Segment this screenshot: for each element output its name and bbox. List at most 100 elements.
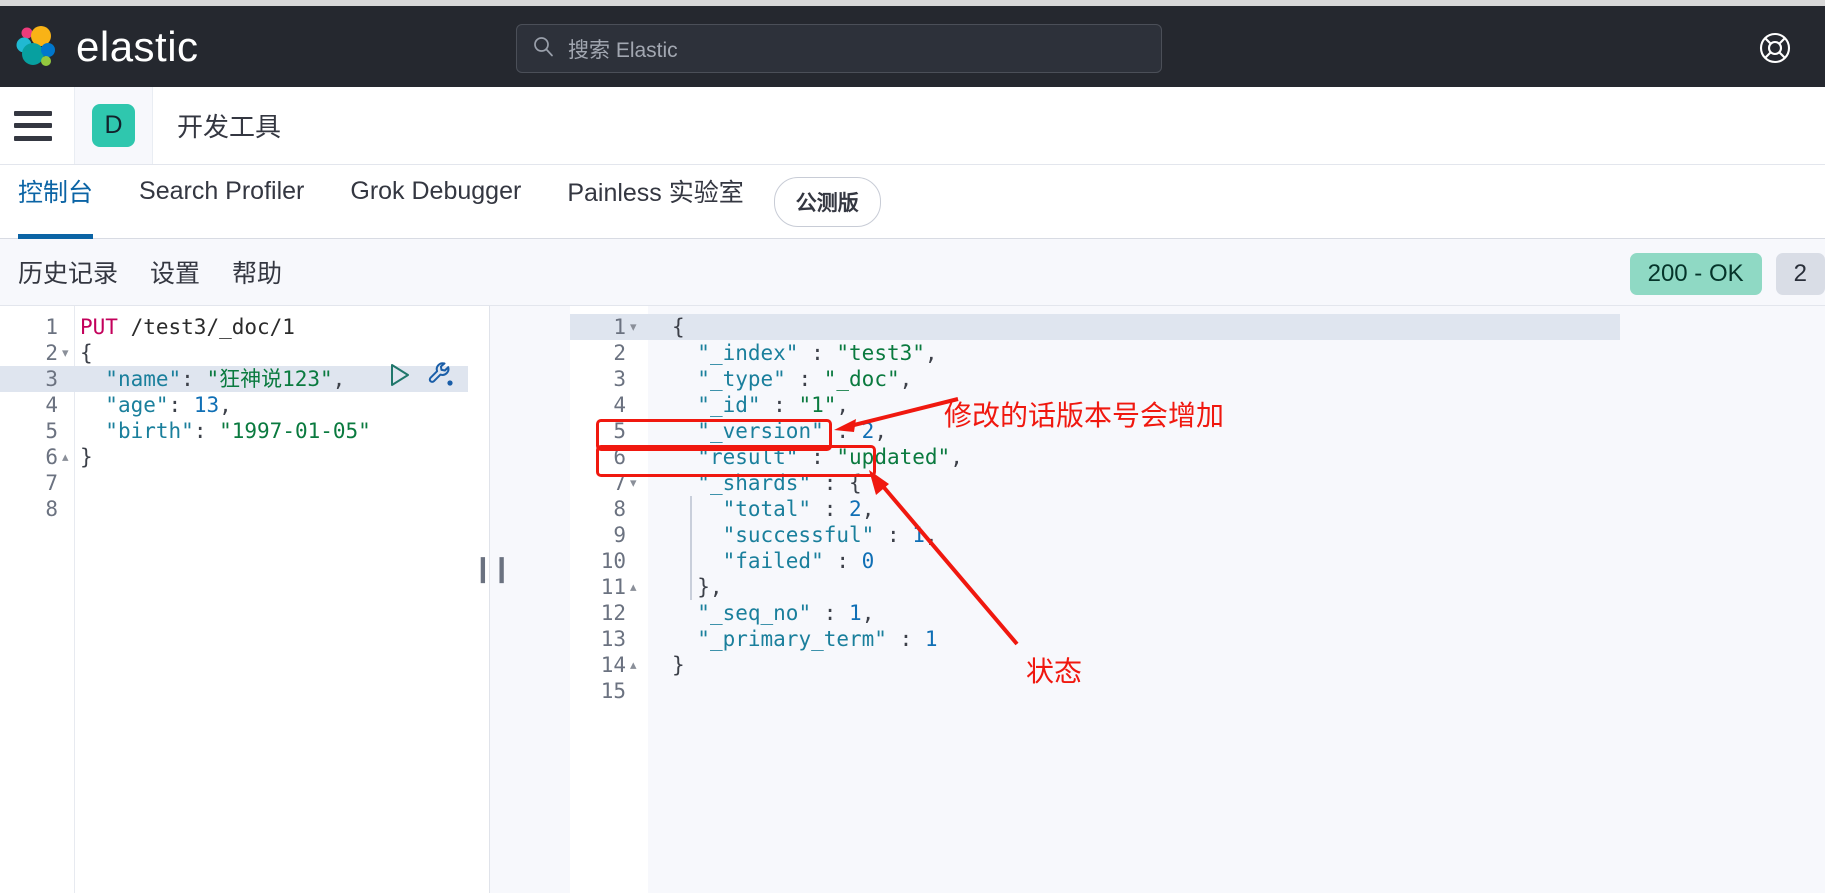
code-token: :: [181, 367, 207, 391]
line-number: 8: [613, 497, 626, 521]
code-fold-toggle[interactable]: ▾: [62, 340, 69, 366]
code-token: "test3": [836, 341, 925, 365]
code-line[interactable]: "name": "狂神说123",: [80, 366, 345, 392]
search-input[interactable]: 搜索 Elastic: [516, 24, 1162, 73]
code-token: ,: [836, 393, 850, 417]
code-line[interactable]: "_type" : "_doc",: [672, 366, 912, 392]
elastic-logo-icon: [14, 24, 60, 70]
console-toolbar: 历史记录 设置 帮助 200 - OK 2: [0, 239, 1825, 305]
code-token: :: [874, 523, 913, 547]
tab-search-profiler-label: Search Profiler: [139, 176, 305, 205]
code-fold-toggle[interactable]: ▾: [630, 314, 637, 340]
code-token: {: [849, 471, 862, 495]
code-token: "_type": [697, 367, 786, 391]
code-fold-toggle[interactable]: ▴: [630, 652, 637, 678]
code-fold-toggle[interactable]: ▾: [630, 470, 637, 496]
code-token: "_primary_term": [697, 627, 887, 651]
code-token: :: [785, 367, 824, 391]
code-line[interactable]: {: [80, 340, 93, 366]
code-token: 1: [849, 601, 862, 625]
tab-search-profiler[interactable]: Search Profiler: [139, 165, 304, 239]
code-token: :: [760, 393, 799, 417]
code-line[interactable]: "failed" : 0: [672, 548, 875, 574]
code-line[interactable]: {: [672, 314, 685, 340]
tab-console[interactable]: 控制台: [18, 165, 94, 239]
code-token: ,: [874, 419, 887, 443]
line-number: 5: [613, 419, 626, 443]
tab-painless-lab-label: Painless 实验室: [567, 179, 744, 207]
code-token: "_id": [697, 393, 761, 417]
brand-name: elastic: [76, 22, 199, 70]
code-token: 1: [912, 523, 925, 547]
code-line[interactable]: },: [672, 574, 722, 600]
code-token: ,: [332, 367, 346, 391]
code-token: {: [672, 315, 685, 339]
code-token: :: [811, 497, 850, 521]
code-line[interactable]: "_id" : "1",: [672, 392, 849, 418]
line-number: 1: [613, 315, 626, 339]
menu-bar-1: [14, 110, 52, 116]
code-line[interactable]: PUT /test3/_doc/1: [80, 314, 295, 340]
status-badge: 200 - OK: [1629, 253, 1762, 295]
code-line[interactable]: "_primary_term" : 1: [672, 626, 937, 652]
tab-painless-lab[interactable]: Painless 实验室: [567, 165, 743, 239]
code-line[interactable]: }: [80, 444, 93, 470]
hamburger-menu-icon[interactable]: [14, 110, 52, 141]
code-token: ,: [924, 523, 938, 547]
lifebuoy-help-icon[interactable]: [1755, 28, 1795, 68]
line-number: 3: [45, 367, 58, 391]
code-token: :: [193, 419, 220, 443]
code-token: 13: [193, 393, 220, 417]
code-token: "_shards": [697, 471, 812, 495]
code-fold-toggle[interactable]: ▴: [630, 574, 637, 600]
toolbar-history-link[interactable]: 历史记录: [18, 254, 118, 290]
code-line[interactable]: "result" : "updated",: [672, 444, 963, 470]
code-fold-toggle[interactable]: ▴: [62, 444, 69, 470]
global-search[interactable]: 搜索 Elastic: [516, 24, 1162, 73]
app-badge-cell[interactable]: D: [74, 87, 153, 164]
brand[interactable]: elastic: [14, 23, 199, 71]
toolbar-help-link[interactable]: 帮助: [232, 254, 282, 290]
search-icon: [532, 35, 554, 62]
line-number: 10: [600, 549, 626, 573]
code-line[interactable]: "_seq_no" : 1,: [672, 600, 874, 626]
code-line[interactable]: "age": 13,: [80, 392, 232, 418]
line-number: 4: [45, 393, 58, 417]
toolbar-settings-link[interactable]: 设置: [150, 254, 200, 290]
code-line[interactable]: "_version" : 2,: [672, 418, 887, 444]
editor-area: 1 PUT /test3/_doc/1 2 ▾ {3 "name": "狂神说123",…: [0, 305, 1825, 893]
code-line[interactable]: "birth": "1997-01-05": [80, 418, 371, 444]
play-triangle-icon[interactable]: [385, 361, 413, 394]
tab-grok-debugger[interactable]: Grok Debugger: [350, 165, 521, 239]
code-token: {: [80, 341, 93, 365]
code-token: "1": [798, 393, 837, 417]
beta-badge[interactable]: 公测版: [773, 176, 881, 227]
code-token: "_index": [697, 341, 799, 365]
line-number: 3: [613, 367, 626, 391]
response-viewer[interactable]: 1 ▾{2 "_index" : "test3", 3 "_type" : "_do…: [490, 305, 1825, 893]
line-number: 12: [600, 601, 626, 625]
line-number: 1: [45, 315, 58, 339]
line-number: 8: [45, 497, 58, 521]
code-line[interactable]: }: [672, 652, 685, 678]
code-token: ,: [899, 367, 913, 391]
tab-grok-debugger-label: Grok Debugger: [350, 176, 522, 205]
code-token: PUT: [80, 315, 118, 339]
code-token: 2: [849, 497, 862, 521]
line-number: 7: [45, 471, 58, 495]
code-line[interactable]: "successful" : 1,: [672, 522, 938, 548]
code-line[interactable]: "total" : 2,: [672, 496, 875, 522]
pane-split-handle[interactable]: ❙❙: [472, 553, 513, 584]
code-line[interactable]: "_index" : "test3",: [672, 340, 937, 366]
code-token: ,: [219, 393, 232, 417]
wrench-icon[interactable]: [427, 360, 457, 395]
code-line[interactable]: "_shards" : {: [672, 470, 862, 496]
app-navigation-bar: D 开发工具: [0, 87, 1825, 165]
